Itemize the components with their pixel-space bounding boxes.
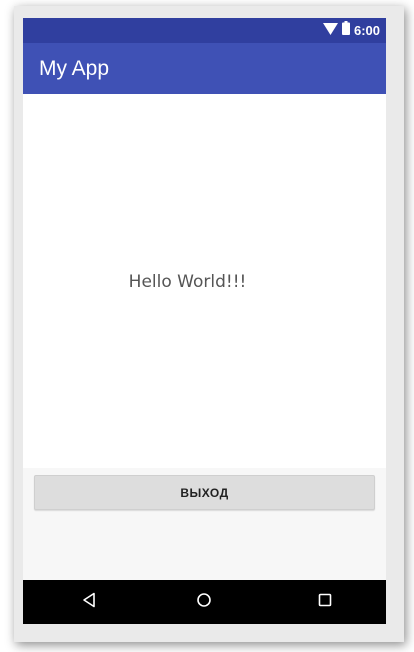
- battery-icon: [341, 21, 350, 40]
- phone-screen: 6:00 My App Hello World!!! ВЫХОД: [23, 18, 386, 624]
- home-icon: [196, 592, 212, 613]
- recents-icon: [317, 592, 333, 613]
- recents-button[interactable]: [314, 591, 336, 613]
- navigation-bar: [23, 580, 386, 624]
- status-icons: 6:00: [322, 21, 380, 40]
- back-icon: [81, 592, 97, 613]
- wifi-icon: [322, 22, 338, 40]
- back-button[interactable]: [78, 591, 100, 613]
- main-content: Hello World!!!: [23, 94, 386, 468]
- hello-message: Hello World!!!: [128, 272, 247, 292]
- status-time: 6:00: [353, 23, 380, 38]
- screenshot-page: 6:00 My App Hello World!!! ВЫХОД: [0, 0, 414, 652]
- app-bar: My App: [23, 43, 386, 94]
- app-title: My App: [39, 57, 110, 80]
- home-button[interactable]: [193, 591, 215, 613]
- exit-button[interactable]: ВЫХОД: [34, 475, 375, 510]
- status-bar: 6:00: [23, 18, 386, 43]
